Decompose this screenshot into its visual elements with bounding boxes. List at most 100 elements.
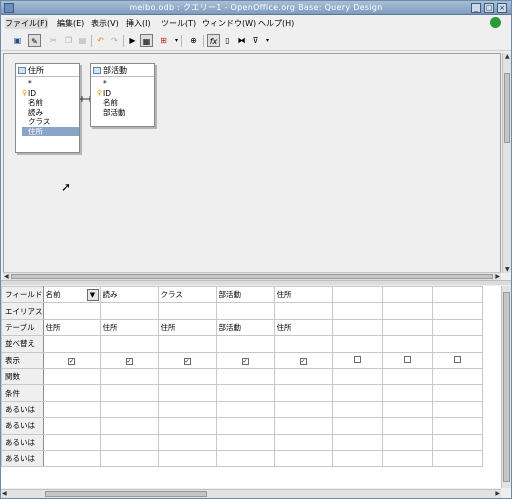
grid-cell[interactable] <box>215 400 275 419</box>
visible-checkbox-cell[interactable] <box>331 351 383 369</box>
design-area-hscroll[interactable]: ◀ ▶ <box>3 272 501 280</box>
grid-cell[interactable] <box>381 433 433 451</box>
grid-cell[interactable] <box>381 367 433 386</box>
table-cell[interactable] <box>331 318 383 337</box>
scroll-thumb[interactable] <box>503 292 510 482</box>
close-button[interactable]: × <box>497 3 507 13</box>
field-item[interactable]: 読み <box>22 108 79 118</box>
edit-icon[interactable]: ✎ <box>28 34 41 47</box>
grid-cell[interactable] <box>381 417 433 435</box>
field-cell[interactable] <box>331 286 383 304</box>
grid-cell[interactable] <box>331 433 383 451</box>
checkbox-checked[interactable]: ✓ <box>183 357 191 365</box>
grid-cell[interactable] <box>157 400 217 419</box>
scroll-thumb[interactable] <box>11 274 493 279</box>
table-cell[interactable]: 住所 <box>273 318 333 337</box>
grid-cell[interactable] <box>431 367 483 386</box>
field-item[interactable]: * <box>97 79 154 89</box>
checkbox-unchecked[interactable] <box>353 355 361 363</box>
scroll-thumb[interactable] <box>504 73 510 143</box>
grid-cell[interactable] <box>215 417 275 435</box>
grid-cell[interactable] <box>331 367 383 386</box>
grid-cell[interactable] <box>331 384 383 402</box>
grid-cell[interactable] <box>99 433 159 451</box>
menu-file[interactable]: ファイル(F) <box>5 18 48 29</box>
checkbox-unchecked[interactable] <box>453 355 461 363</box>
grid-cell[interactable] <box>381 449 433 468</box>
grid-cell[interactable] <box>99 302 159 320</box>
grid-vscroll[interactable] <box>501 286 511 488</box>
redo-icon[interactable]: ↷ <box>108 34 121 47</box>
table-window-jusho[interactable]: 住所 * ♀ ID 名前 読み クラス 住所 <box>15 63 80 153</box>
paste-icon[interactable]: ▤ <box>76 34 89 47</box>
design-view-icon[interactable]: ▦ <box>140 34 153 47</box>
grid-cell[interactable] <box>331 449 383 468</box>
menu-window[interactable]: ウィンドウ(W) <box>202 18 256 29</box>
cut-icon[interactable]: ✂ <box>47 34 60 47</box>
table-cell[interactable]: 住所 <box>157 318 217 337</box>
field-cell[interactable]: 部活動 <box>215 286 275 304</box>
grid-cell[interactable] <box>42 302 101 320</box>
scroll-right-icon[interactable]: ▶ <box>495 490 500 497</box>
table-cell[interactable] <box>431 318 483 337</box>
field-item[interactable]: 名前 <box>97 98 154 108</box>
grid-cell[interactable] <box>215 335 275 353</box>
checkbox-checked[interactable]: ✓ <box>241 357 249 365</box>
grid-cell[interactable] <box>99 384 159 402</box>
grid-cell[interactable] <box>431 302 483 320</box>
scroll-thumb[interactable] <box>45 491 207 497</box>
grid-cell[interactable] <box>431 335 483 353</box>
grid-cell[interactable] <box>331 302 383 320</box>
update-icon[interactable] <box>490 17 501 28</box>
checkbox-checked[interactable]: ✓ <box>125 357 133 365</box>
grid-cell[interactable] <box>42 335 101 353</box>
grid-cell[interactable] <box>273 449 333 468</box>
field-item[interactable]: * <box>22 79 79 89</box>
grid-cell[interactable] <box>215 302 275 320</box>
grid-cell[interactable] <box>99 400 159 419</box>
visible-checkbox-cell[interactable]: ✓ <box>42 351 101 369</box>
field-cell[interactable]: 名前 ▼ <box>42 286 101 304</box>
design-area-vscroll[interactable]: ▲ ▼ <box>502 53 511 273</box>
grid-cell[interactable] <box>215 433 275 451</box>
title-bar[interactable]: meibo.odb : クエリー1 - OpenOffice.org Base:… <box>1 1 511 15</box>
grid-cell[interactable] <box>331 417 383 435</box>
table-title[interactable]: 部活動 <box>91 64 154 77</box>
more-icon[interactable]: ▾ <box>261 34 274 47</box>
grid-cell[interactable] <box>381 302 433 320</box>
grid-cell[interactable] <box>42 400 101 419</box>
grid-cell[interactable] <box>381 384 433 402</box>
grid-cell[interactable] <box>431 417 483 435</box>
grid-cell[interactable] <box>99 335 159 353</box>
splitter[interactable] <box>1 280 511 285</box>
visible-checkbox-cell[interactable]: ✓ <box>273 351 333 369</box>
grid-cell[interactable] <box>331 335 383 353</box>
grid-cell[interactable] <box>42 433 101 451</box>
menu-tools[interactable]: ツール(T) <box>161 18 196 29</box>
grid-cell[interactable] <box>215 449 275 468</box>
checkbox-unchecked[interactable] <box>403 355 411 363</box>
grid-cell[interactable] <box>431 433 483 451</box>
scroll-left-icon[interactable]: ◀ <box>4 273 9 280</box>
add-table-icon[interactable]: ⊞ <box>157 34 170 47</box>
grid-cell[interactable] <box>157 433 217 451</box>
table-cell[interactable]: 住所 <box>42 318 101 337</box>
visible-checkbox-cell[interactable]: ✓ <box>157 351 217 369</box>
field-item[interactable]: 部活動 <box>97 108 154 118</box>
checkbox-checked[interactable]: ✓ <box>68 357 75 365</box>
grid-cell[interactable] <box>157 302 217 320</box>
grid-hscroll[interactable]: ◀ ▶ <box>1 489 501 498</box>
grid-cell[interactable] <box>99 367 159 386</box>
grid-cell[interactable] <box>273 302 333 320</box>
grid-cell[interactable] <box>381 335 433 353</box>
grid-cell[interactable] <box>331 400 383 419</box>
grid-cell[interactable] <box>215 367 275 386</box>
grid-cell[interactable] <box>99 417 159 435</box>
save-icon[interactable]: ▣ <box>11 34 24 47</box>
grid-cell[interactable] <box>273 417 333 435</box>
field-item[interactable]: 名前 <box>22 98 79 108</box>
grid-cell[interactable] <box>273 335 333 353</box>
checkbox-checked[interactable]: ✓ <box>299 357 307 365</box>
table-cell[interactable] <box>381 318 433 337</box>
field-item-selected[interactable]: 住所 <box>22 126 79 136</box>
